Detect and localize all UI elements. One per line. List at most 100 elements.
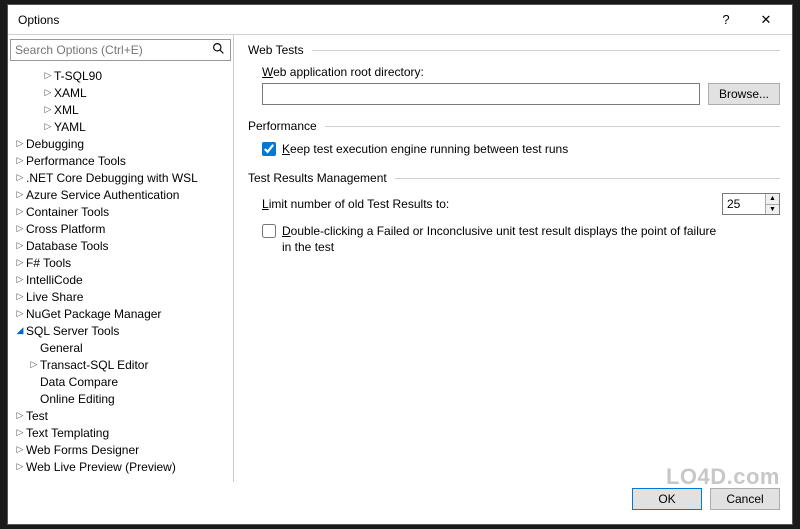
tree-item-label: Azure Service Authentication bbox=[26, 188, 179, 202]
tree-item[interactable]: Online Editing bbox=[10, 390, 233, 407]
limit-label: Limit number of old Test Results to: bbox=[262, 197, 449, 211]
keep-engine-checkbox[interactable] bbox=[262, 142, 276, 156]
tree-item[interactable]: ▷XAML bbox=[10, 84, 233, 101]
browse-button[interactable]: Browse... bbox=[708, 83, 780, 105]
tree-item-label: .NET Core Debugging with WSL bbox=[26, 171, 198, 185]
cancel-button[interactable]: Cancel bbox=[710, 488, 780, 510]
caret-collapsed-icon[interactable]: ▷ bbox=[14, 240, 26, 251]
caret-collapsed-icon[interactable]: ▷ bbox=[14, 291, 26, 302]
caret-collapsed-icon[interactable]: ▷ bbox=[14, 257, 26, 268]
caret-collapsed-icon[interactable]: ▷ bbox=[14, 172, 26, 183]
left-panel: ▷T-SQL90▷XAML▷XML▷YAML▷Debugging▷Perform… bbox=[8, 35, 234, 482]
spinner-up-icon[interactable]: ▲ bbox=[765, 194, 779, 205]
tree-item-label: IntelliCode bbox=[26, 273, 83, 287]
spinner-buttons[interactable]: ▲ ▼ bbox=[765, 194, 779, 214]
tree-item[interactable]: ▷IntelliCode bbox=[10, 271, 233, 288]
caret-collapsed-icon[interactable]: ▷ bbox=[42, 121, 54, 132]
tree-item[interactable]: ▷Performance Tools bbox=[10, 152, 233, 169]
caret-collapsed-icon[interactable]: ▷ bbox=[14, 461, 26, 472]
tree-item[interactable]: ▷Web Forms Designer bbox=[10, 441, 233, 458]
tree-item-label: Performance Tools bbox=[26, 154, 126, 168]
tree-item-label: Web Live Preview (Preview) bbox=[26, 460, 176, 474]
search-icon bbox=[212, 42, 225, 58]
caret-collapsed-icon[interactable]: ▷ bbox=[42, 104, 54, 115]
caret-collapsed-icon[interactable]: ▷ bbox=[14, 189, 26, 200]
caret-collapsed-icon[interactable]: ▷ bbox=[14, 155, 26, 166]
root-dir-input[interactable] bbox=[262, 83, 700, 105]
tree-item[interactable]: ▷Test bbox=[10, 407, 233, 424]
tree-item[interactable]: ▷Text Templating bbox=[10, 424, 233, 441]
tree-item-label: Text Templating bbox=[26, 426, 109, 440]
tree-item-label: Transact-SQL Editor bbox=[40, 358, 148, 372]
right-panel: Web Tests Web application root directory… bbox=[234, 35, 792, 482]
tree-item[interactable]: ▷Azure Service Authentication bbox=[10, 186, 233, 203]
window-title: Options bbox=[18, 13, 706, 27]
tree-item-label: Database Tools bbox=[26, 239, 109, 253]
tree-item-label: Data Compare bbox=[40, 375, 118, 389]
tree-item-label: Test bbox=[26, 409, 48, 423]
caret-collapsed-icon[interactable]: ▷ bbox=[14, 206, 26, 217]
caret-collapsed-icon[interactable]: ▷ bbox=[14, 138, 26, 149]
search-input[interactable] bbox=[10, 39, 231, 61]
ok-button[interactable]: OK bbox=[632, 488, 702, 510]
tree-item[interactable]: ▷NuGet Package Manager bbox=[10, 305, 233, 322]
tree-item-label: YAML bbox=[54, 120, 86, 134]
tree-item[interactable]: ▷F# Tools bbox=[10, 254, 233, 271]
caret-collapsed-icon[interactable]: ▷ bbox=[14, 444, 26, 455]
group-performance: Performance Keep test execution engine r… bbox=[248, 119, 780, 157]
tree-item[interactable]: ▷Debugging bbox=[10, 135, 233, 152]
divider bbox=[395, 178, 780, 179]
divider bbox=[325, 126, 780, 127]
divider bbox=[312, 50, 780, 51]
tree-item[interactable]: ▷Container Tools bbox=[10, 203, 233, 220]
caret-collapsed-icon[interactable]: ▷ bbox=[14, 223, 26, 234]
caret-collapsed-icon[interactable]: ▷ bbox=[28, 359, 40, 370]
tree-item[interactable]: ▷XML bbox=[10, 101, 233, 118]
caret-collapsed-icon[interactable]: ▷ bbox=[42, 87, 54, 98]
root-dir-label: Web application root directory: bbox=[262, 65, 424, 79]
tree-item-label: Debugging bbox=[26, 137, 84, 151]
tree-item[interactable]: ▷Live Share bbox=[10, 288, 233, 305]
caret-collapsed-icon[interactable]: ▷ bbox=[14, 274, 26, 285]
double-click-checkbox[interactable] bbox=[262, 224, 276, 238]
group-web-tests: Web Tests Web application root directory… bbox=[248, 43, 780, 105]
tree-item-label: NuGet Package Manager bbox=[26, 307, 161, 321]
group-title-performance: Performance bbox=[248, 119, 325, 133]
close-button[interactable]: ✕ bbox=[746, 6, 786, 34]
caret-collapsed-icon[interactable]: ▷ bbox=[14, 427, 26, 438]
group-title-web-tests: Web Tests bbox=[248, 43, 312, 57]
group-results: Test Results Management Limit number of … bbox=[248, 171, 780, 255]
tree-item-label: Cross Platform bbox=[26, 222, 105, 236]
tree-item[interactable]: ▷Transact-SQL Editor bbox=[10, 356, 233, 373]
dialog-body: ▷T-SQL90▷XAML▷XML▷YAML▷Debugging▷Perform… bbox=[8, 35, 792, 482]
tree-item[interactable]: ▷.NET Core Debugging with WSL bbox=[10, 169, 233, 186]
tree-item-label: XAML bbox=[54, 86, 87, 100]
caret-collapsed-icon[interactable]: ▷ bbox=[14, 410, 26, 421]
tree-item-label: T-SQL90 bbox=[54, 69, 102, 83]
tree-item[interactable]: General bbox=[10, 339, 233, 356]
double-click-label[interactable]: Double-clicking a Failed or Inconclusive… bbox=[282, 223, 722, 255]
tree-item[interactable]: ▷Database Tools bbox=[10, 237, 233, 254]
tree-item-label: Live Share bbox=[26, 290, 83, 304]
tree-item-label: Container Tools bbox=[26, 205, 109, 219]
options-tree[interactable]: ▷T-SQL90▷XAML▷XML▷YAML▷Debugging▷Perform… bbox=[8, 65, 233, 482]
keep-engine-label[interactable]: Keep test execution engine running betwe… bbox=[282, 141, 568, 157]
footer: OK Cancel bbox=[8, 482, 792, 524]
tree-item[interactable]: ▷YAML bbox=[10, 118, 233, 135]
tree-item[interactable]: ▷Web Live Preview (Preview) bbox=[10, 458, 233, 475]
caret-expanded-icon[interactable]: ◢ bbox=[14, 325, 26, 336]
tree-item-label: SQL Server Tools bbox=[26, 324, 119, 338]
caret-collapsed-icon[interactable]: ▷ bbox=[14, 308, 26, 319]
tree-item-label: F# Tools bbox=[26, 256, 71, 270]
titlebar: Options ? ✕ bbox=[8, 5, 792, 35]
group-title-results: Test Results Management bbox=[248, 171, 395, 185]
tree-item-label: Web Forms Designer bbox=[26, 443, 139, 457]
tree-item[interactable]: Data Compare bbox=[10, 373, 233, 390]
help-button[interactable]: ? bbox=[706, 6, 746, 34]
tree-item[interactable]: ▷Cross Platform bbox=[10, 220, 233, 237]
spinner-down-icon[interactable]: ▼ bbox=[765, 205, 779, 215]
tree-item[interactable]: ▷T-SQL90 bbox=[10, 67, 233, 84]
caret-collapsed-icon[interactable]: ▷ bbox=[42, 70, 54, 81]
options-dialog: Options ? ✕ ▷T-SQL90▷XAML▷XML▷YAML▷Debug… bbox=[7, 4, 793, 525]
tree-item[interactable]: ◢SQL Server Tools bbox=[10, 322, 233, 339]
